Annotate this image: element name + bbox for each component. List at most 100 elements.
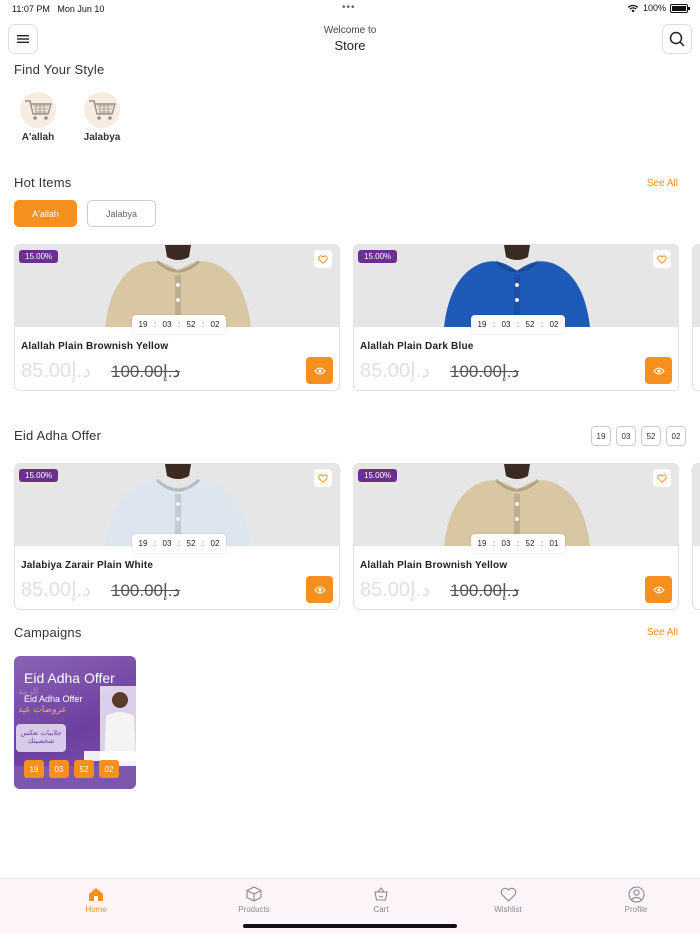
filter-chip-aallah[interactable]: A'allah	[14, 200, 77, 227]
tab-label: Products	[238, 905, 270, 914]
eid-offer-countdown: 19 03 52 02	[591, 426, 686, 446]
discount-badge: 15.00%	[358, 250, 398, 263]
product-old-price: 100.00د.إ	[450, 581, 520, 600]
box-icon	[246, 886, 262, 902]
countdown-days: 19	[591, 426, 611, 446]
home-icon	[89, 887, 103, 901]
product-card[interactable]: 15.00% 19: 03: 52: 02 Jalabiya Zarair Pl…	[14, 463, 340, 610]
timer-hours: 03	[501, 320, 511, 329]
product-old-price: 100.00د.إ	[450, 362, 520, 381]
product-card[interactable]: 15.00% 19: 03: 52: 02 Alallah Plain Dark…	[353, 244, 679, 391]
timer-minutes: 52	[525, 320, 535, 329]
countdown-minutes: 52	[641, 426, 661, 446]
campaigns-title: Campaigns	[14, 625, 82, 640]
product-card[interactable]: 15.00% 19: 03: 52: 02 Alallah Plain Brow…	[14, 244, 340, 391]
product-old-price: 100.00د.إ	[111, 362, 181, 381]
product-name: Alallah Plain Dark Blue	[360, 341, 474, 352]
hot-items-filters: A'allah Jalabya	[14, 200, 156, 227]
campaign-arabic-title: عروضات عيد	[18, 704, 67, 714]
product-timer: 19: 03: 52: 02	[132, 534, 226, 553]
product-name: Jalabiya Zarair Plain White	[21, 560, 154, 571]
timer-hours: 03	[162, 320, 172, 329]
timer-minutes: 52	[186, 320, 196, 329]
multitasking-dots[interactable]: •••	[342, 2, 356, 13]
tab-wishlist[interactable]: Wishlist	[478, 885, 538, 914]
hot-items-see-all-link[interactable]: See All	[647, 178, 678, 189]
style-category-aallah[interactable]: A'allah	[18, 92, 58, 143]
product-price: 85.00د.إ	[21, 360, 92, 382]
tab-label: Profile	[624, 905, 648, 914]
campaign-arabic-banner: جلابيات تعكس شخصيتك	[16, 724, 66, 752]
wishlist-button[interactable]	[314, 469, 332, 487]
countdown-days: 19	[24, 760, 44, 778]
product-card-peek[interactable]	[692, 244, 700, 391]
style-category-jalabya[interactable]: Jalabya	[82, 92, 122, 143]
search-button[interactable]	[662, 24, 692, 54]
heart-icon	[318, 473, 328, 483]
campaigns-see-all-link[interactable]: See All	[647, 627, 678, 638]
product-card-peek[interactable]	[692, 463, 700, 610]
tab-products[interactable]: Products	[224, 885, 284, 914]
cart-icon	[84, 92, 120, 128]
wishlist-button[interactable]	[653, 250, 671, 268]
eye-icon	[313, 586, 326, 593]
search-icon	[669, 31, 685, 47]
header-title: Store	[334, 38, 366, 53]
filter-chip-jalabya[interactable]: Jalabya	[87, 200, 156, 227]
style-categories: A'allah Jalabya	[18, 92, 122, 143]
tab-profile[interactable]: Profile	[606, 885, 666, 914]
countdown-hours: 03	[616, 426, 636, 446]
discount-badge: 15.00%	[358, 469, 398, 482]
timer-days: 19	[138, 320, 148, 329]
cart-icon	[20, 92, 56, 128]
home-indicator	[243, 924, 457, 928]
product-timer: 19: 03: 52: 02	[471, 315, 565, 334]
campaign-card[interactable]: الزينة Eid Adha Offer Eid Adha Offer عرو…	[14, 656, 136, 789]
timer-minutes: 52	[525, 539, 535, 548]
header-subtitle: Welcome to	[323, 25, 377, 36]
eye-icon	[313, 367, 326, 374]
countdown-seconds: 02	[99, 760, 119, 778]
timer-seconds: 02	[210, 320, 220, 329]
tab-label: Cart	[373, 905, 389, 914]
style-category-label: Jalabya	[83, 132, 121, 143]
eye-icon	[652, 586, 665, 593]
product-old-price: 100.00د.إ	[111, 581, 181, 600]
campaign-subtitle: Eid Adha Offer	[24, 694, 83, 704]
discount-badge: 15.00%	[19, 469, 59, 482]
heart-icon	[318, 254, 328, 264]
style-category-label: A'allah	[21, 132, 55, 143]
eid-offer-title: Eid Adha Offer	[14, 428, 102, 443]
wishlist-button[interactable]	[314, 250, 332, 268]
battery-icon	[670, 3, 690, 13]
countdown-minutes: 52	[74, 760, 94, 778]
status-right: 100%	[627, 3, 690, 13]
wishlist-button[interactable]	[653, 469, 671, 487]
view-product-button[interactable]	[306, 357, 333, 384]
product-price: 85.00د.إ	[21, 579, 92, 601]
timer-hours: 03	[501, 539, 511, 548]
heart-icon	[657, 473, 667, 483]
heart-icon	[657, 254, 667, 264]
battery-percent: 100%	[642, 3, 666, 13]
view-product-button[interactable]	[645, 357, 672, 384]
find-style-title: Find Your Style	[14, 62, 105, 77]
view-product-button[interactable]	[645, 576, 672, 603]
timer-days: 19	[477, 320, 487, 329]
timer-minutes: 52	[186, 539, 196, 548]
product-name: Alallah Plain Brownish Yellow	[360, 560, 508, 571]
timer-days: 19	[138, 539, 148, 548]
countdown-hours: 03	[49, 760, 69, 778]
product-price: 85.00د.إ	[360, 579, 431, 601]
basket-icon	[374, 887, 388, 901]
countdown-seconds: 02	[666, 426, 686, 446]
tab-cart[interactable]: Cart	[351, 885, 411, 914]
hot-items-title: Hot Items	[14, 175, 72, 190]
product-card[interactable]: 15.00% 19: 03: 52: 01 Alallah Plain Brow…	[353, 463, 679, 610]
discount-badge: 15.00%	[19, 250, 59, 263]
wifi-icon	[627, 4, 639, 12]
tab-label: Wishlist	[494, 905, 522, 914]
tab-home[interactable]: Home	[66, 885, 126, 914]
timer-seconds: 02	[549, 320, 559, 329]
view-product-button[interactable]	[306, 576, 333, 603]
